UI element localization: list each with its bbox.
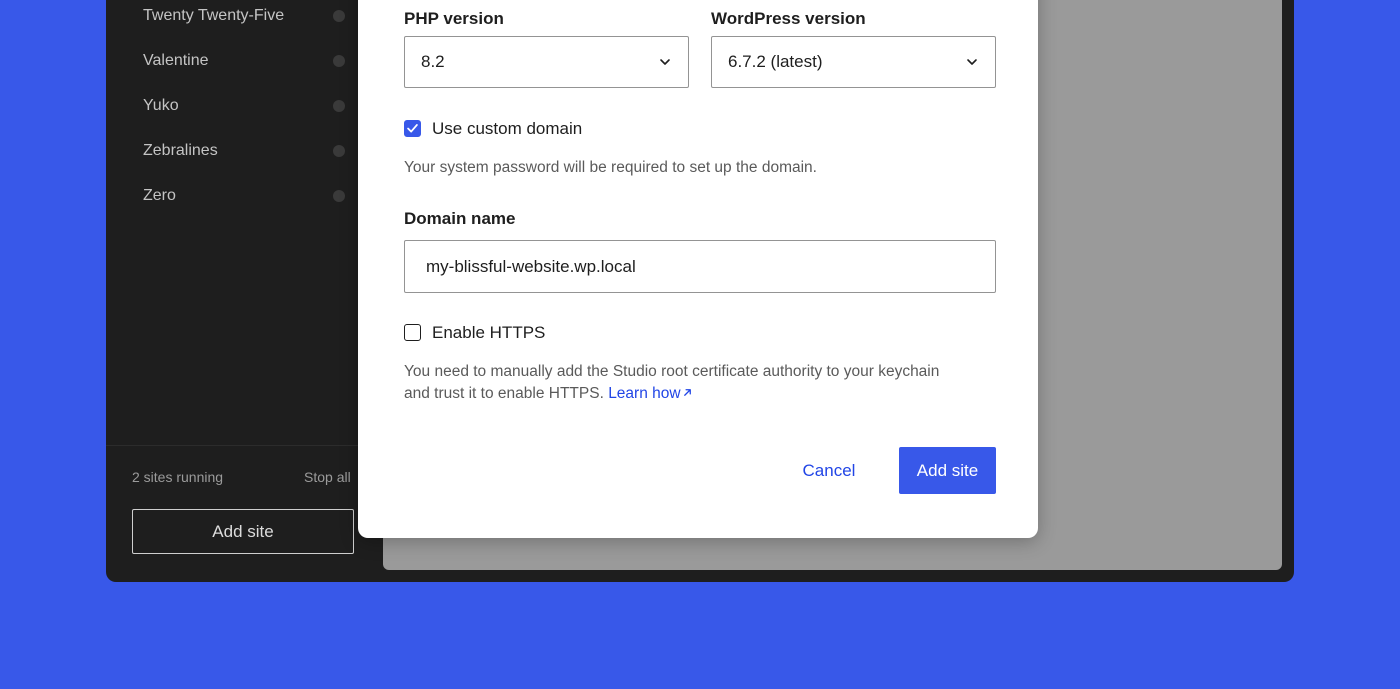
learn-how-label: Learn how: [608, 385, 681, 402]
site-name: Valentine: [143, 52, 209, 69]
php-version-label: PHP version: [404, 9, 504, 28]
site-status-dot-icon: [333, 55, 345, 67]
learn-how-link[interactable]: Learn how: [608, 385, 692, 402]
site-status-dot-icon: [333, 190, 345, 202]
https-help-line-1: You need to manually add the Studio root…: [404, 363, 940, 380]
add-site-button[interactable]: Add site: [899, 447, 996, 494]
sites-running-status: 2 sites running: [132, 469, 224, 485]
site-status-dot-icon: [333, 10, 345, 22]
site-name: Yuko: [143, 97, 179, 114]
add-site-modal: PHP version 8.2 WordPress version 6.7.2 …: [358, 0, 1038, 538]
sidebar-site-item[interactable]: Zebralines: [143, 139, 345, 163]
cancel-button[interactable]: Cancel: [787, 447, 871, 494]
site-name: Twenty Twenty-Five: [143, 7, 285, 24]
enable-https-checkbox[interactable]: [404, 324, 421, 341]
site-status-dot-icon: [333, 100, 345, 112]
sidebar-divider: [106, 445, 358, 446]
site-name: Zero: [143, 187, 176, 204]
custom-domain-checkbox[interactable]: [404, 120, 421, 137]
https-help-line-2: and trust it to enable HTTPS.: [404, 385, 604, 402]
enable-https-label[interactable]: Enable HTTPS: [432, 323, 545, 343]
domain-name-input[interactable]: [404, 240, 996, 293]
https-help-text: You need to manually add the Studio root…: [404, 361, 939, 405]
wordpress-version-label: WordPress version: [711, 9, 866, 28]
site-status-dot-icon: [333, 145, 345, 157]
checkmark-icon: [407, 124, 418, 133]
custom-domain-help-text: Your system password will be required to…: [404, 159, 817, 176]
sidebar: Twenty Twenty-Five Valentine Yuko Zebral…: [106, 0, 358, 582]
external-link-arrow-icon: [683, 389, 691, 396]
sidebar-add-site-button[interactable]: Add site: [132, 509, 354, 554]
wordpress-version-select[interactable]: 6.7.2 (latest): [711, 36, 996, 88]
sidebar-site-item[interactable]: Valentine: [143, 49, 345, 73]
domain-name-label: Domain name: [404, 209, 516, 228]
custom-domain-label[interactable]: Use custom domain: [432, 119, 582, 139]
chevron-down-icon: [660, 59, 670, 65]
php-version-select[interactable]: 8.2: [404, 36, 689, 88]
sidebar-site-item[interactable]: Zero: [143, 184, 345, 208]
sidebar-site-item[interactable]: Yuko: [143, 94, 345, 118]
php-version-value: 8.2: [421, 52, 445, 71]
stop-all-button[interactable]: Stop all: [304, 469, 351, 485]
sidebar-site-item[interactable]: Twenty Twenty-Five: [143, 4, 345, 28]
site-name: Zebralines: [143, 142, 218, 159]
chevron-down-icon: [967, 59, 977, 65]
wordpress-version-value: 6.7.2 (latest): [728, 52, 823, 71]
